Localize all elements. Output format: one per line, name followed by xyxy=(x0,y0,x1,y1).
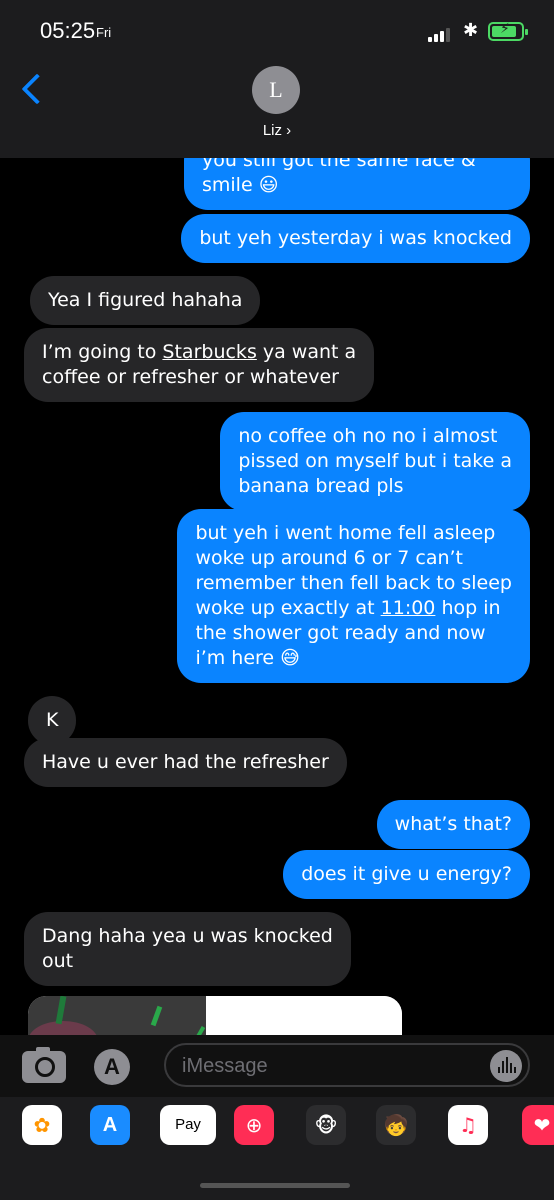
message-bubble-incoming[interactable]: Yea I figured hahaha xyxy=(30,276,261,325)
app-store-icon[interactable]: A xyxy=(90,1105,130,1145)
status-day: Fri xyxy=(96,25,112,40)
starbucks-link[interactable]: Starbucks xyxy=(162,341,256,363)
status-bar: 05:25 Fri ✱ ⚡ xyxy=(0,0,554,60)
message-bubble-incoming[interactable]: Dang haha yea u was knocked out xyxy=(24,912,351,986)
app-drawer: ✿ A Pay ⊕ 🐵 🧒 ♫ ❤ xyxy=(0,1097,554,1200)
web-search-icon[interactable]: ⊕ xyxy=(234,1105,274,1145)
photo-attachment[interactable] xyxy=(28,996,402,1035)
memoji-icon[interactable]: 🧒 xyxy=(376,1105,416,1145)
message-bubble-outgoing[interactable]: what’s that? xyxy=(376,800,530,849)
message-thread[interactable]: you still got the same face & smile 😃 bu… xyxy=(0,110,554,1035)
message-bubble-outgoing[interactable]: but yeh i went home fell asleep woke up … xyxy=(177,509,530,683)
apple-pay-icon[interactable]: Pay xyxy=(160,1105,216,1145)
message-bubble-outgoing[interactable]: no coffee oh no no i almost pissed on my… xyxy=(220,412,530,511)
back-chevron-icon[interactable] xyxy=(16,68,46,108)
message-bubble-outgoing[interactable]: but yeh yesterday i was knocked xyxy=(181,214,530,263)
message-bubble-incoming[interactable]: Have u ever had the refresher xyxy=(24,738,347,787)
contact-avatar[interactable]: L xyxy=(252,66,300,114)
camera-icon[interactable] xyxy=(22,1047,66,1083)
compose-bar: A xyxy=(0,1035,554,1097)
animoji-icon[interactable]: 🐵 xyxy=(306,1105,346,1145)
home-indicator xyxy=(200,1183,350,1188)
app-store-icon[interactable]: A xyxy=(94,1049,130,1085)
music-icon[interactable]: ♫ xyxy=(448,1105,488,1145)
message-bubble-outgoing[interactable]: does it give u energy? xyxy=(283,850,530,899)
conversation-header: L Liz › xyxy=(0,60,554,158)
contact-name[interactable]: Liz › xyxy=(0,122,554,139)
status-time: 05:25 xyxy=(40,18,96,43)
message-field[interactable] xyxy=(164,1043,530,1087)
bluetooth-icon: ✱ xyxy=(463,20,479,41)
message-bubble-incoming[interactable]: I’m going to Starbucks ya want a coffee … xyxy=(24,328,375,402)
time-link[interactable]: 11:00 xyxy=(381,597,436,619)
message-input[interactable] xyxy=(182,1053,472,1079)
message-text: I’m going to xyxy=(42,341,163,363)
digital-touch-icon[interactable]: ❤ xyxy=(522,1105,554,1145)
audio-message-icon[interactable] xyxy=(490,1050,522,1082)
cellular-signal-icon xyxy=(428,22,454,42)
battery-icon: ⚡ xyxy=(488,21,528,41)
photos-icon[interactable]: ✿ xyxy=(22,1105,62,1145)
